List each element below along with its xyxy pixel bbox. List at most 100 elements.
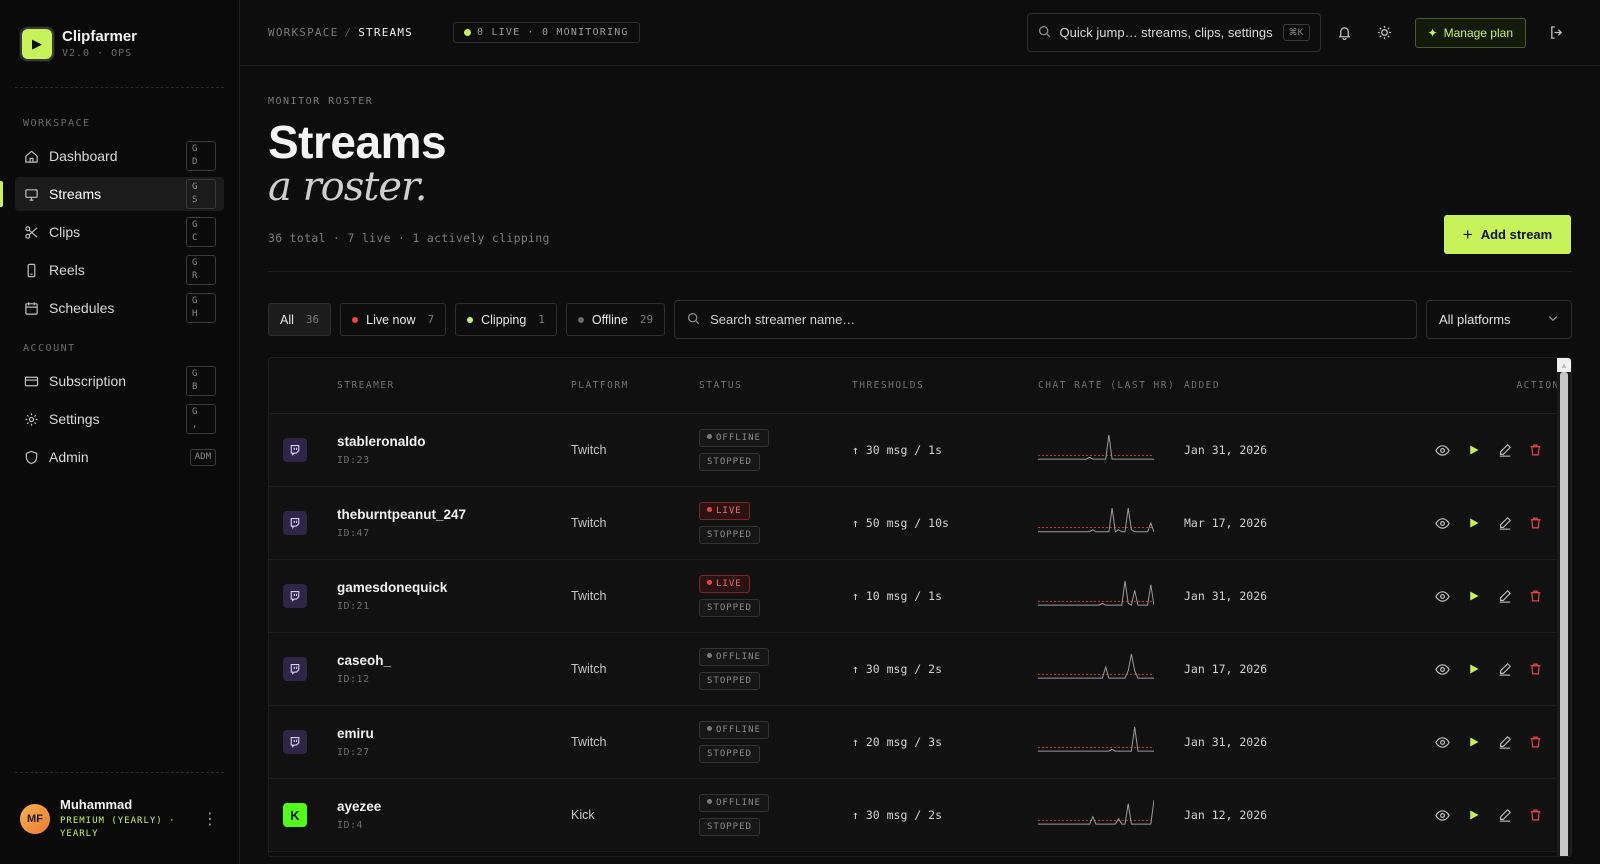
trash-icon[interactable] xyxy=(1520,584,1551,608)
header-chat-rate[interactable]: CHAT RATE (LAST HR) xyxy=(1038,378,1184,393)
eye-icon[interactable] xyxy=(1427,584,1458,608)
edit-icon[interactable] xyxy=(1489,584,1520,608)
table-row[interactable]: gamesdonequick ID:21 Twitch LIVE STOPPED ↑ 10… xyxy=(269,560,1571,633)
chat-rate-sparkline xyxy=(1038,653,1154,679)
filter-offline-label: Offline xyxy=(591,312,628,327)
filter-clipping[interactable]: Clipping 1 xyxy=(455,303,557,336)
filter-live[interactable]: Live now 7 xyxy=(340,303,447,336)
filter-all[interactable]: All 36 xyxy=(268,303,332,336)
play-icon[interactable] xyxy=(1458,511,1489,535)
table-row[interactable]: stableronaldo ID:23 Twitch OFFLINE STOPPED ↑ … xyxy=(269,414,1571,487)
sidebar-item-subscription[interactable]: Subscription G B xyxy=(15,364,224,398)
edit-icon[interactable] xyxy=(1489,730,1520,754)
twitch-icon xyxy=(283,730,307,754)
sidebar-item-schedules[interactable]: Schedules G H xyxy=(15,291,224,325)
scroll-up-icon[interactable]: ▲ xyxy=(1557,358,1571,372)
clipping-state-badge: STOPPED xyxy=(699,818,760,836)
streamer-id: ID:4 xyxy=(337,820,364,831)
added-date: Jan 31, 2026 xyxy=(1184,443,1268,457)
status-badge: OFFLINE xyxy=(699,721,769,739)
play-icon[interactable] xyxy=(1458,438,1489,462)
table-row[interactable]: emiru ID:27 Twitch OFFLINE STOPPED ↑ 20 msg /… xyxy=(269,706,1571,779)
header-thresholds[interactable]: THRESHOLDS xyxy=(852,380,1038,391)
breadcrumb: WORKSPACE / STREAMS xyxy=(268,26,413,39)
sidebar-item-settings[interactable]: Settings G , xyxy=(15,402,224,436)
add-stream-button[interactable]: + Add stream xyxy=(1444,215,1571,254)
platform-select[interactable]: All platforms xyxy=(1426,300,1572,339)
logout-icon[interactable] xyxy=(1540,17,1572,49)
brand[interactable]: ▶ Clipfarmer V2.0 · OPS xyxy=(15,0,224,88)
chat-rate-sparkline xyxy=(1038,726,1154,752)
sidebar-item-admin[interactable]: Admin ADM xyxy=(15,440,224,474)
sun-icon[interactable] xyxy=(1369,17,1401,49)
trash-icon[interactable] xyxy=(1520,657,1551,681)
filter-offline[interactable]: Offline 29 xyxy=(565,303,666,336)
filter-clipping-count: 1 xyxy=(538,313,545,326)
sidebar-item-label: Clips xyxy=(49,224,81,240)
trash-icon[interactable] xyxy=(1520,803,1551,827)
threshold-value: ↑ 30 msg / 2s xyxy=(852,808,943,822)
play-icon[interactable] xyxy=(1458,584,1489,608)
header-added[interactable]: ADDED xyxy=(1184,380,1369,391)
streamer-name[interactable]: emiru xyxy=(337,726,571,741)
trash-icon[interactable] xyxy=(1520,438,1551,462)
scrollbar[interactable]: ▲ xyxy=(1557,358,1571,856)
status-badge-text: LIVE xyxy=(716,506,742,516)
shortcut-hint: G S xyxy=(186,179,216,209)
manage-plan-button[interactable]: ✦ Manage plan xyxy=(1414,17,1526,48)
edit-icon[interactable] xyxy=(1489,803,1520,827)
edit-icon[interactable] xyxy=(1489,657,1520,681)
eye-icon[interactable] xyxy=(1427,657,1458,681)
streamer-id: ID:23 xyxy=(337,455,370,466)
table-row[interactable]: Kayezee ID:4 Kick OFFLINE STOPPED ↑ 30 msg / … xyxy=(269,779,1571,852)
trash-icon[interactable] xyxy=(1520,730,1551,754)
nav-section-account: ACCOUNT xyxy=(23,343,76,354)
header-platform[interactable]: PLATFORM xyxy=(571,380,699,391)
status-badge: OFFLINE xyxy=(699,794,769,812)
play-icon[interactable] xyxy=(1458,730,1489,754)
streamer-id: ID:27 xyxy=(337,747,370,758)
eye-icon[interactable] xyxy=(1427,438,1458,462)
streamer-name[interactable]: caseoh_ xyxy=(337,653,571,668)
streamer-name[interactable]: stableronaldo xyxy=(337,434,571,449)
streamer-search-input[interactable]: Search streamer name… xyxy=(674,300,1417,339)
breadcrumb-root[interactable]: WORKSPACE xyxy=(268,26,338,39)
streamer-name[interactable]: theburntpeanut_247 xyxy=(337,507,571,522)
header-status[interactable]: STATUS xyxy=(699,380,852,391)
play-icon[interactable] xyxy=(1458,657,1489,681)
sidebar-item-clips[interactable]: Clips G C xyxy=(15,215,224,249)
eye-icon[interactable] xyxy=(1427,511,1458,535)
play-icon[interactable] xyxy=(1458,803,1489,827)
card-icon xyxy=(23,373,39,389)
sidebar-item-dashboard[interactable]: Dashboard G D xyxy=(15,139,224,173)
status-dot-icon xyxy=(707,580,712,585)
status-badge-text: OFFLINE xyxy=(716,433,761,443)
platform-name: Twitch xyxy=(571,589,607,603)
breadcrumb-current: STREAMS xyxy=(358,26,413,39)
trash-icon[interactable] xyxy=(1520,511,1551,535)
table-row[interactable]: theburntpeanut_247 ID:47 Twitch LIVE STOPPED… xyxy=(269,487,1571,560)
sidebar-item-streams[interactable]: Streams G S xyxy=(0,177,224,211)
clipping-state-badge: STOPPED xyxy=(699,453,760,471)
table-row[interactable]: caseoh_ ID:12 Twitch OFFLINE STOPPED ↑ 30 msg… xyxy=(269,633,1571,706)
edit-icon[interactable] xyxy=(1489,511,1520,535)
brand-version: V2.0 · OPS xyxy=(62,48,133,59)
quick-jump-placeholder: Quick jump… streams, clips, settings xyxy=(1059,25,1273,40)
shortcut-hint: G D xyxy=(186,141,216,171)
scrollbar-thumb[interactable] xyxy=(1560,372,1568,856)
header-streamer[interactable]: STREAMER xyxy=(337,380,571,391)
bell-icon[interactable] xyxy=(1329,17,1361,49)
quick-jump-input[interactable]: Quick jump… streams, clips, settings ⌘K xyxy=(1026,13,1321,52)
edit-icon[interactable] xyxy=(1489,438,1520,462)
sidebar-item-reels[interactable]: Reels G R xyxy=(15,253,224,287)
avatar: MF xyxy=(20,803,50,834)
offline-dot-icon xyxy=(577,316,584,323)
streamer-name[interactable]: ayezee xyxy=(337,799,571,814)
user-profile[interactable]: MF Muhammad PREMIUM (YEARLY) · YEARLY ⋮ xyxy=(15,772,224,864)
streamer-name[interactable]: gamesdonequick xyxy=(337,580,571,595)
eye-icon[interactable] xyxy=(1427,730,1458,754)
more-vertical-icon[interactable]: ⋮ xyxy=(196,809,224,829)
eye-icon[interactable] xyxy=(1427,803,1458,827)
threshold-value: ↑ 20 msg / 3s xyxy=(852,735,943,749)
status-badge: LIVE xyxy=(699,502,750,520)
